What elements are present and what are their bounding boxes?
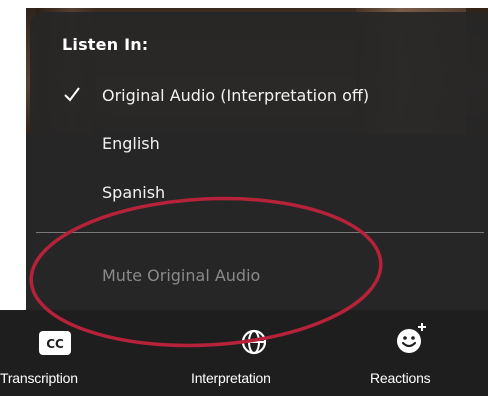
transcription-button[interactable]: CC Transcription [0,310,160,396]
emoji-add-icon [397,323,426,353]
mute-original-audio-label: Mute Original Audio [102,266,261,285]
menu-item-label: Spanish [102,183,166,202]
interpretation-label: Interpretation [191,370,271,386]
menu-item-english[interactable]: English [36,128,482,160]
menu-divider [36,232,484,233]
check-icon [64,87,80,102]
transcription-label: Transcription [0,370,78,386]
reactions-label: Reactions [370,370,431,386]
meeting-toolbar: CC Transcription Interpretation Reaction… [0,310,488,396]
menu-item-label: English [102,134,160,153]
mute-original-audio-item[interactable]: Mute Original Audio [36,260,482,292]
menu-item-label: Original Audio (Interpretation off) [102,86,370,105]
menu-item-spanish[interactable]: Spanish [36,177,482,209]
cc-icon: CC [39,331,71,355]
reactions-button[interactable]: Reactions [360,310,488,396]
globe-icon [241,329,267,355]
screenshot-stage: Listen In: Original Audio (Interpretatio… [0,0,488,396]
interpretation-button[interactable]: Interpretation [180,310,340,396]
menu-item-original-audio[interactable]: Original Audio (Interpretation off) [36,80,482,112]
svg-text:CC: CC [46,337,64,351]
menu-title: Listen In: [62,35,149,54]
